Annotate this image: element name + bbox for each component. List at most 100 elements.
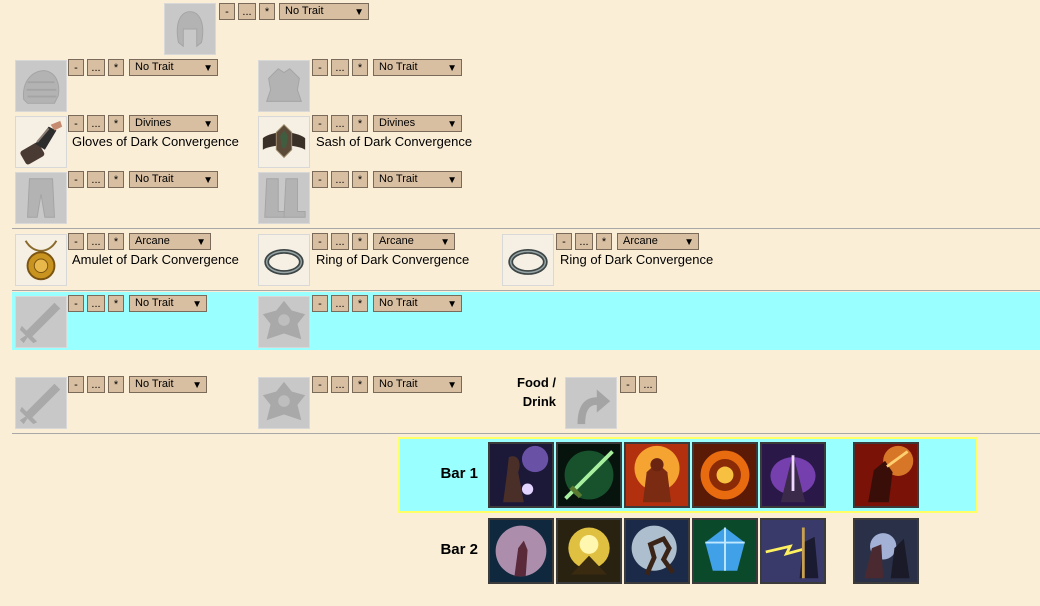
star-button[interactable]: *	[352, 233, 368, 250]
dots-button[interactable]: ...	[331, 295, 349, 312]
minus-button[interactable]: -	[312, 115, 328, 132]
dots-button[interactable]: ...	[331, 233, 349, 250]
skill-purple-caster[interactable]	[488, 442, 554, 508]
bar2-label: Bar 2	[440, 541, 478, 558]
trait-value: No Trait	[135, 61, 174, 73]
shoulders-slot[interactable]	[15, 60, 67, 112]
trait-select[interactable]: No Trait ▼	[279, 3, 369, 20]
star-button[interactable]: *	[108, 295, 124, 312]
trait-value: Arcane	[623, 235, 658, 247]
star-button[interactable]: *	[108, 59, 124, 76]
minus-button[interactable]: -	[68, 233, 84, 250]
trait-select[interactable]: No Trait ▼	[129, 376, 207, 393]
minus-button[interactable]: -	[312, 295, 328, 312]
star-button[interactable]: *	[352, 295, 368, 312]
skill-crimson-warrior[interactable]	[853, 442, 919, 508]
star-button[interactable]: *	[108, 115, 124, 132]
waist-slot[interactable]	[258, 116, 310, 168]
dots-button[interactable]: ...	[331, 59, 349, 76]
minus-button[interactable]: -	[68, 115, 84, 132]
skill-fire-warrior[interactable]	[624, 442, 690, 508]
dots-button[interactable]: ...	[87, 59, 105, 76]
legs-slot[interactable]	[15, 172, 67, 224]
skill-violet-tornado[interactable]	[760, 442, 826, 508]
divider	[12, 290, 1040, 291]
minus-button[interactable]: -	[68, 376, 84, 393]
trait-select[interactable]: Arcane ▼	[617, 233, 699, 250]
star-button[interactable]: *	[108, 233, 124, 250]
chevron-down-icon: ▼	[192, 299, 202, 310]
minus-button[interactable]: -	[556, 233, 572, 250]
minus-button[interactable]: -	[312, 59, 328, 76]
dots-button[interactable]: ...	[87, 115, 105, 132]
trait-select[interactable]: No Trait ▼	[129, 171, 218, 188]
trait-select[interactable]: Arcane ▼	[373, 233, 455, 250]
star-button[interactable]: *	[108, 376, 124, 393]
dots-button[interactable]: ...	[331, 376, 349, 393]
head-slot[interactable]	[164, 3, 216, 55]
backup-off-hand-slot[interactable]	[258, 377, 310, 429]
skill-blue-crystal[interactable]	[692, 518, 758, 584]
dots-button[interactable]: ...	[331, 115, 349, 132]
chevron-down-icon: ▼	[203, 63, 213, 74]
star-button[interactable]: *	[352, 115, 368, 132]
dots-button[interactable]: ...	[639, 376, 657, 393]
skill-lightning-staff[interactable]	[760, 518, 826, 584]
star-button[interactable]: *	[596, 233, 612, 250]
backup-main-hand-slot[interactable]	[15, 377, 67, 429]
dots-button[interactable]: ...	[331, 171, 349, 188]
dots-button[interactable]: ...	[87, 295, 105, 312]
ring1-slot[interactable]	[258, 234, 310, 286]
star-button[interactable]: *	[352, 171, 368, 188]
dots-button[interactable]: ...	[87, 233, 105, 250]
minus-button[interactable]: -	[312, 171, 328, 188]
star-button[interactable]: *	[352, 376, 368, 393]
skill-golden-meditation[interactable]	[556, 518, 622, 584]
fire-orb-icon	[694, 444, 756, 506]
trait-select[interactable]: No Trait ▼	[373, 171, 462, 188]
minus-button[interactable]: -	[68, 295, 84, 312]
minus-button[interactable]: -	[68, 59, 84, 76]
minus-button[interactable]: -	[312, 233, 328, 250]
item-name: Amulet of Dark Convergence	[72, 252, 239, 267]
feet-slot[interactable]	[258, 172, 310, 224]
minus-button[interactable]: -	[312, 376, 328, 393]
trait-select[interactable]: No Trait ▼	[373, 295, 462, 312]
trait-select[interactable]: Divines ▼	[129, 115, 218, 132]
belt-icon	[262, 124, 306, 159]
hands-slot[interactable]	[15, 116, 67, 168]
skill-pink-sphere[interactable]	[488, 518, 554, 584]
trait-select[interactable]: No Trait ▼	[373, 376, 462, 393]
trait-select[interactable]: Divines ▼	[373, 115, 462, 132]
star-button[interactable]: *	[259, 3, 275, 20]
minus-button[interactable]: -	[68, 171, 84, 188]
minus-button[interactable]: -	[620, 376, 636, 393]
skill-blue-caster[interactable]	[853, 518, 919, 584]
chest-slot[interactable]	[258, 60, 310, 112]
dots-button[interactable]: ...	[238, 3, 256, 20]
ring2-slot[interactable]	[502, 234, 554, 286]
star-button[interactable]: *	[108, 171, 124, 188]
dots-button[interactable]: ...	[87, 171, 105, 188]
trait-select[interactable]: No Trait ▼	[373, 59, 462, 76]
trait-select[interactable]: No Trait ▼	[129, 59, 218, 76]
trait-select[interactable]: No Trait ▼	[129, 295, 207, 312]
chevron-down-icon: ▼	[203, 175, 213, 186]
star-button[interactable]: *	[352, 59, 368, 76]
off-hand-slot[interactable]	[258, 296, 310, 348]
golden-meditation-icon	[558, 520, 620, 582]
food-slot[interactable]	[565, 377, 617, 429]
sword-icon	[19, 302, 61, 344]
dots-button[interactable]: ...	[87, 376, 105, 393]
trait-select[interactable]: Arcane ▼	[129, 233, 211, 250]
main-hand-slot[interactable]	[15, 296, 67, 348]
neck-slot[interactable]	[15, 234, 67, 286]
divider	[12, 228, 1040, 229]
minus-button[interactable]: -	[219, 3, 235, 20]
trait-value: Divines	[135, 117, 172, 129]
skill-fire-orb[interactable]	[692, 442, 758, 508]
skill-green-blade[interactable]	[556, 442, 622, 508]
gauntlet-icon	[20, 120, 63, 165]
skill-runner-dash[interactable]	[624, 518, 690, 584]
dots-button[interactable]: ...	[575, 233, 593, 250]
